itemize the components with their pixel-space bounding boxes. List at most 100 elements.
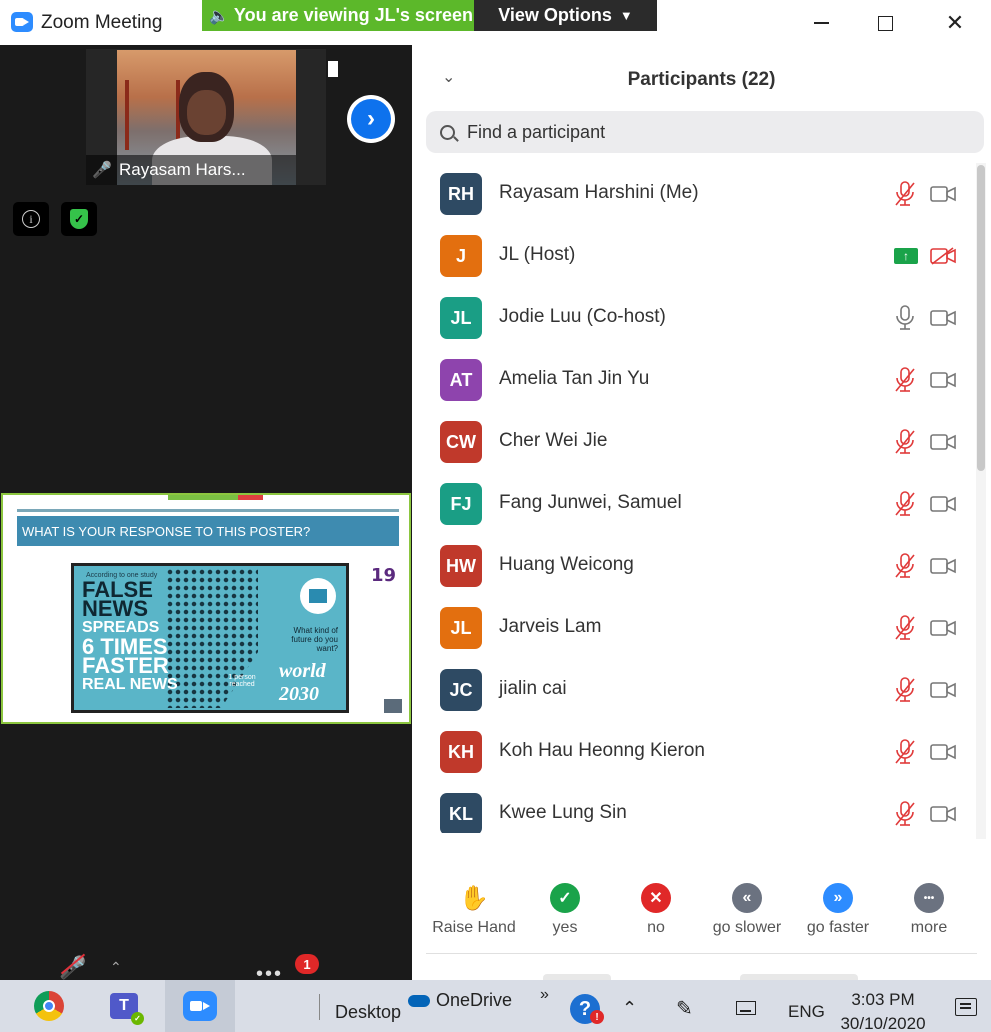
participant-row[interactable]: HW Huang Weicong [412,535,977,597]
teams-icon: T ✓ [110,993,144,1025]
collapse-panel-icon[interactable]: ⌄ [442,67,455,87]
minimize-button[interactable] [806,10,836,36]
participant-name: Amelia Tan Jin Yu [499,368,650,389]
audio-options-caret-icon[interactable]: ⌃ [110,959,122,976]
participant-row[interactable]: FJ Fang Junwei, Samuel [412,473,977,535]
raise-hand-icon: ✋ [459,884,489,912]
view-options-button[interactable]: View Options ▼ [474,0,657,31]
participant-search[interactable] [426,111,984,153]
tray-up-arrow-icon[interactable]: ⌃ [622,998,637,1019]
participant-row[interactable]: JL Jarveis Lam [412,597,977,659]
participant-name: Jarveis Lam [499,616,602,637]
participant-row[interactable]: JL Jodie Luu (Co-host) [412,287,977,349]
participant-row[interactable]: J JL (Host) ↑ [412,225,977,287]
pen-icon[interactable]: ✎ [676,996,693,1021]
participant-name: Huang Weicong [499,554,634,575]
notification-badge: 1 [295,954,319,974]
participant-name: jialin cai [499,678,567,699]
onedrive-toolbar[interactable]: OneDrive [408,990,512,1011]
shared-screen-stop [238,495,263,500]
security-button[interactable]: ✓ [61,202,97,236]
participant-row[interactable]: KL Kwee Lung Sin [412,783,977,833]
participant-name: Kwee Lung Sin [499,802,627,823]
participant-name: Fang Junwei, Samuel [499,492,682,513]
meeting-controls: 🎤 ⌃ ••• 1 [0,945,412,985]
taskbar-zoom[interactable] [165,980,235,1032]
mic-icon [894,305,916,331]
video-camera-icon [930,805,956,823]
reaction-more-button[interactable]: ••• more [884,875,974,937]
panel-divider [426,953,977,954]
toolbar-overflow-icon[interactable]: » [540,986,549,1004]
meeting-info-button[interactable]: i [13,202,49,236]
scroll-thumb[interactable] [977,165,985,471]
participant-row[interactable]: CW Cher Wei Jie [412,411,977,473]
reaction-label: go faster [806,919,870,936]
participant-row[interactable]: AT Amelia Tan Jin Yu [412,349,977,411]
chevron-right-icon: › [351,99,391,139]
avatar: J [440,235,482,277]
participant-name: Cher Wei Jie [499,430,608,451]
participant-row[interactable]: RH Rayasam Harshini (Me) [412,163,977,225]
participant-search-input[interactable] [467,121,947,143]
taskbar-teams[interactable]: T ✓ [100,980,148,1032]
thumbnail-corner-icon[interactable] [328,61,338,77]
reaction-raise-hand-button[interactable]: ✋ Raise Hand [429,875,519,937]
reaction-go-faster-button[interactable]: » go faster [793,875,883,937]
viewing-banner-text: You are viewing JL's screen [233,5,473,25]
reaction-no-button[interactable]: ✕ no [611,875,701,937]
search-icon [440,124,455,140]
maximize-icon [877,15,893,31]
video-camera-icon [930,619,956,637]
video-camera-icon [930,185,956,203]
taskbar-chrome[interactable] [25,980,73,1032]
info-icon: i [22,210,40,228]
view-options-label: View Options [498,5,612,25]
avatar: JC [440,669,482,711]
help-alert-badge: ! [590,1010,604,1024]
reaction-label: more [910,919,948,936]
clock-date: 30/10/2020 [840,1014,926,1032]
reaction-label: go slower [712,919,782,936]
participant-name: Koh Hau Heonng Kieron [499,740,705,761]
poster-question: What kind of future do you want? [291,626,338,653]
x-icon: ✕ [641,883,671,913]
muted-mic-icon [894,181,916,207]
video-camera-icon [930,743,956,761]
muted-mic-icon [894,491,916,517]
maximize-button[interactable] [870,10,900,36]
participant-scrollbar[interactable] [976,163,986,839]
participant-row[interactable]: JC jialin cai [412,659,977,721]
participants-title: Participants (22) [627,69,776,90]
shield-check-icon: ✓ [70,209,88,229]
notifications-icon[interactable] [955,998,977,1016]
poster-reached-text: 1 person reached [228,674,256,688]
reaction-yes-button[interactable]: ✓ yes [520,875,610,937]
video-camera-icon [930,433,956,451]
desktop-toolbar[interactable]: Desktop [335,1002,401,1023]
taskbar-separator [319,994,320,1020]
title-bar: Zoom Meeting 🔈 You are viewing JL's scre… [0,0,991,45]
chevron-down-icon: ▼ [619,8,633,23]
slide-nav-icon [384,699,402,713]
clock[interactable]: 3:03 PM 30/10/2020 [836,988,930,1032]
clock-time: 3:03 PM [851,990,915,1009]
video-camera-icon [930,309,956,327]
muted-mic-icon [894,677,916,703]
more-icon: ••• [914,883,944,913]
avatar: AT [440,359,482,401]
next-page-button[interactable]: › [347,95,395,143]
muted-mic-icon [894,739,916,765]
shared-screen-view[interactable]: WHAT IS YOUR RESPONSE TO THIS POSTER? 19… [1,493,411,724]
language-indicator[interactable]: ENG [788,1002,825,1022]
participant-list: RH Rayasam Harshini (Me) J JL (Host) ↑ JL Jodi… [412,163,977,833]
close-button[interactable]: ✕ [940,10,970,36]
participants-panel: Participants (22) ⌄ RH Rayasam Harshini (… [412,45,991,980]
mute-mic-icon[interactable]: 🎤 [59,955,86,981]
check-icon: ✓ [550,883,580,913]
poster-world-2030: world 2030 [279,660,326,705]
touch-keyboard-icon[interactable] [736,1001,756,1015]
window-title: Zoom Meeting [41,12,163,33]
reaction-go-slower-button[interactable]: « go slower [702,875,792,937]
participant-row[interactable]: KH Koh Hau Heonng Kieron [412,721,977,783]
